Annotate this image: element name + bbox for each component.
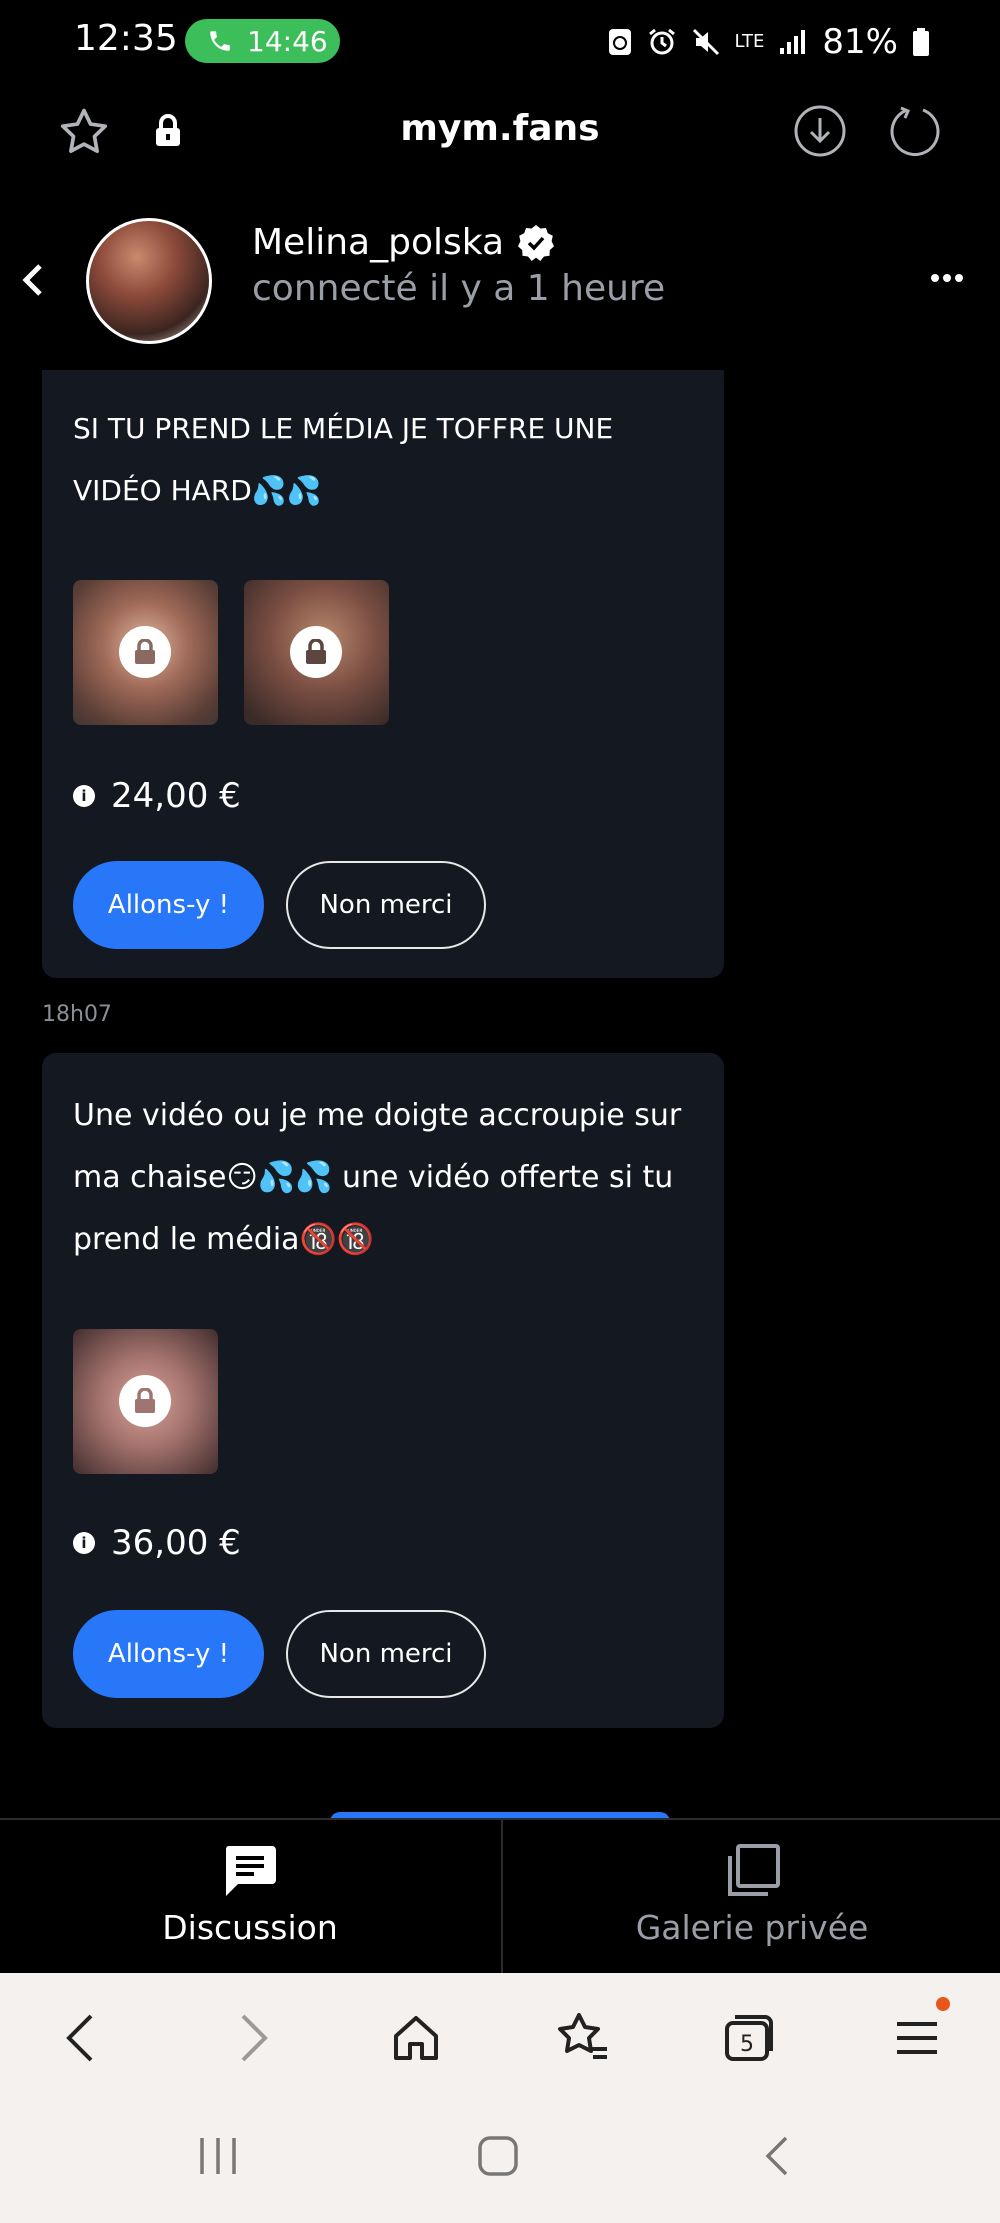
- battery-level: 81%: [822, 22, 898, 62]
- tab-private-gallery[interactable]: Galerie privée: [501, 1820, 1000, 1975]
- more-options-icon[interactable]: [930, 268, 964, 287]
- browser-back-icon[interactable]: [46, 2003, 116, 2073]
- browser-toolbar: 5: [0, 1973, 1000, 2098]
- notification-dot: [936, 1997, 950, 2011]
- message-timestamp: 18h07: [42, 1002, 112, 1027]
- locked-media-thumbnail[interactable]: [73, 580, 218, 725]
- accept-button[interactable]: Allons-y !: [73, 861, 264, 949]
- tab-discussion[interactable]: Discussion: [0, 1820, 500, 1975]
- mute-icon: [692, 28, 719, 56]
- home-icon[interactable]: [381, 2003, 451, 2073]
- system-back-icon[interactable]: [762, 2134, 792, 2182]
- alarm-icon: [648, 28, 675, 55]
- browser-address-bar: mym.fans: [0, 84, 1000, 194]
- tab-label: Galerie privée: [635, 1908, 869, 1947]
- media-price: 24,00 €: [111, 776, 241, 816]
- locked-media-thumbnail[interactable]: [244, 580, 389, 725]
- message-text: SI TU PREND LE MÉDIA JE TOFFRE UNE VIDÉO…: [73, 412, 614, 507]
- lock-icon: [119, 626, 171, 678]
- media-price: 36,00 €: [111, 1523, 241, 1563]
- presence-status: connecté il y a 1 heure: [252, 268, 666, 309]
- accept-button[interactable]: Allons-y !: [73, 1610, 264, 1698]
- decline-button[interactable]: Non merci: [286, 861, 486, 949]
- clock: 12:35: [74, 18, 178, 59]
- call-duration: 14:46: [247, 24, 328, 58]
- message-text: Une vidéo ou je me doigte accroupie sur …: [73, 1098, 682, 1257]
- verified-badge-icon: [518, 224, 554, 261]
- info-icon[interactable]: i: [73, 1532, 95, 1554]
- message-bubble: Une vidéo ou je me doigte accroupie sur …: [42, 1053, 724, 1728]
- bookmarks-icon[interactable]: [548, 2003, 618, 2073]
- reload-icon[interactable]: [888, 104, 942, 162]
- chat-icon: [225, 1846, 276, 1896]
- avatar[interactable]: [86, 218, 212, 344]
- recycle-badge-icon: [608, 29, 631, 55]
- url-display[interactable]: mym.fans: [0, 108, 1000, 149]
- chat-header: Melina_polska connecté il y a 1 heure: [0, 208, 1000, 358]
- phone-icon: [210, 31, 230, 51]
- signal-icon: [780, 30, 806, 54]
- bottom-tab-bar: Discussion Galerie privée: [0, 1818, 1000, 1975]
- home-button-icon[interactable]: [476, 2134, 520, 2182]
- network-type: LTE: [734, 31, 765, 52]
- battery-icon: [913, 28, 929, 56]
- decline-button[interactable]: Non merci: [286, 1610, 486, 1698]
- back-arrow-icon[interactable]: [18, 258, 48, 306]
- lock-icon: [290, 626, 342, 678]
- tab-count: 5: [740, 2032, 754, 2057]
- info-icon[interactable]: i: [73, 785, 95, 807]
- recent-apps-icon[interactable]: [196, 2134, 240, 2182]
- message-bubble: SI TU PREND LE MÉDIA JE TOFFRE UNE VIDÉO…: [42, 370, 724, 978]
- browser-forward-icon[interactable]: [218, 2003, 288, 2073]
- status-icons: LTE 81%: [607, 22, 931, 62]
- tab-label: Discussion: [162, 1908, 338, 1947]
- ongoing-call-pill[interactable]: 14:46: [185, 19, 340, 63]
- tabs-count-icon[interactable]: 5: [714, 2003, 784, 2073]
- system-navigation-bar: [0, 2098, 1000, 2223]
- lock-icon: [119, 1375, 171, 1427]
- locked-media-thumbnail[interactable]: [73, 1329, 218, 1474]
- menu-icon[interactable]: [882, 1997, 952, 2073]
- gallery-icon: [728, 1844, 780, 1896]
- download-icon[interactable]: [793, 104, 847, 162]
- status-bar: 12:35 14:46 LTE 81%: [0, 0, 1000, 84]
- username[interactable]: Melina_polska: [252, 222, 504, 263]
